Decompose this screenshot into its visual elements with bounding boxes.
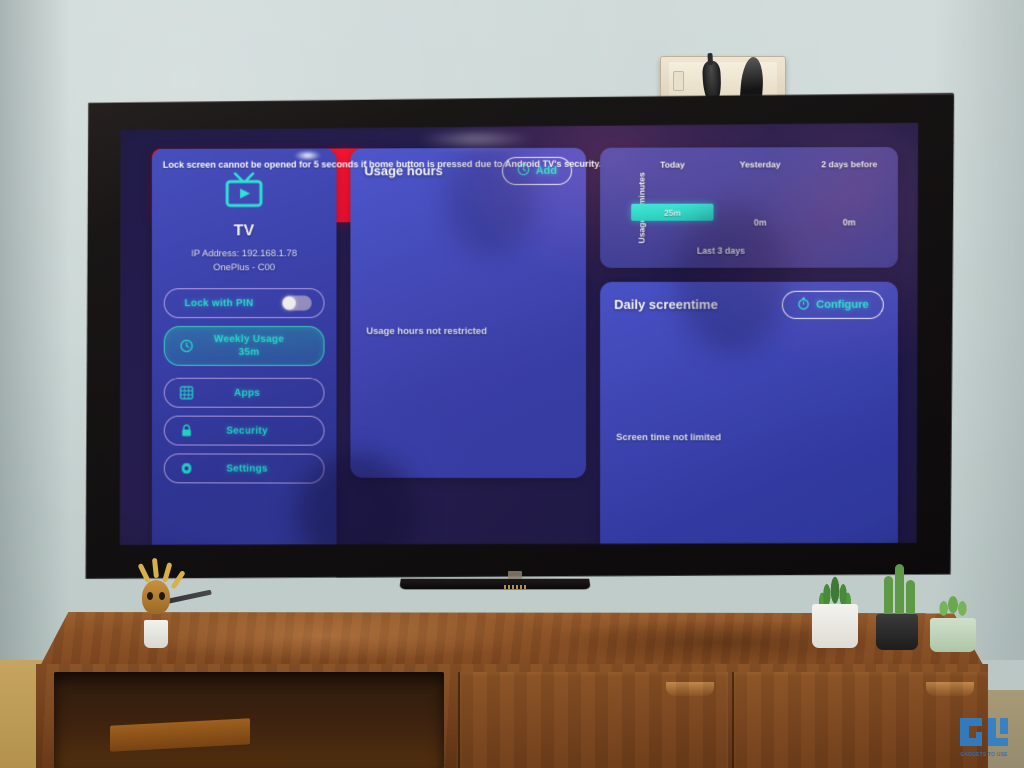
chart-column-2-days-before: 2 days before 0m xyxy=(805,147,894,268)
site-watermark: GADGETS TO USE xyxy=(956,714,1012,758)
gear-icon xyxy=(180,461,194,475)
stopwatch-icon xyxy=(797,297,810,313)
plant-pot xyxy=(876,614,918,650)
device-title: TV xyxy=(233,222,255,240)
chart-bar: 25m xyxy=(631,204,713,221)
weekly-usage-value: 35m xyxy=(238,346,260,358)
tv-indicator-led xyxy=(504,585,528,589)
chart-value-label: 0m xyxy=(753,217,767,228)
cactus-arm xyxy=(906,580,915,616)
groot-eye xyxy=(159,592,165,600)
drawer-handle xyxy=(666,682,714,696)
chart-category-label: Yesterday xyxy=(739,159,781,170)
watermark-text: GADGETS TO USE xyxy=(960,752,1008,758)
weekly-usage-title: Weekly Usage xyxy=(213,333,285,345)
cactus-plant xyxy=(876,564,918,650)
tv-stand-foot xyxy=(399,578,591,590)
device-card: TV IP Address: 192.168.1.78 OnePlus - C0… xyxy=(152,148,337,547)
toggle-knob xyxy=(283,297,296,310)
sidebar-item-settings[interactable]: Settings xyxy=(164,453,325,483)
plant-pot xyxy=(930,618,976,652)
daily-screentime-card: Daily screentime Configure Screen time n… xyxy=(600,282,898,547)
groot-sprout xyxy=(170,570,186,590)
succulent-plant-2 xyxy=(930,586,976,652)
configure-screentime-button[interactable]: Configure xyxy=(782,291,884,319)
device-ip-address: IP Address: 192.168.1.78 xyxy=(191,248,297,260)
cactus-arm xyxy=(884,576,893,616)
chart-value-label: 0m xyxy=(842,217,856,228)
plant-leaves xyxy=(935,586,971,620)
groot-eye xyxy=(147,592,153,600)
television: TV IP Address: 192.168.1.78 OnePlus - C0… xyxy=(80,94,952,580)
chart-category-label: 2 days before xyxy=(821,159,878,170)
groot-pot xyxy=(144,620,168,648)
cactus-arm xyxy=(895,564,904,616)
groot-sprout xyxy=(151,557,159,579)
tv-icon xyxy=(222,171,266,214)
daily-screentime-status: Screen time not limited xyxy=(616,432,722,444)
usage-hours-card: Usage hours Add Usage hours not restrict… xyxy=(350,148,586,478)
lock-with-pin-row[interactable]: Lock with PIN xyxy=(164,288,325,318)
chart-plot-area: Today 25m Yesterday 0m 2 days before 0m xyxy=(624,147,894,268)
groot-sprout xyxy=(137,562,151,584)
clock-icon xyxy=(180,339,194,353)
groot-head xyxy=(142,580,170,614)
daily-screentime-title: Daily screentime xyxy=(614,296,718,312)
wall-shadow-left xyxy=(0,0,70,660)
tv-stand-drawer-2 xyxy=(732,672,988,768)
lock-screen-warning-text: Lock screen cannot be opened for 5 secon… xyxy=(162,158,772,170)
room-photo-scene: TV IP Address: 192.168.1.78 OnePlus - C0… xyxy=(0,0,1024,768)
sidebar-item-apps[interactable]: Apps xyxy=(164,378,325,408)
device-model: OnePlus - C00 xyxy=(213,262,276,274)
tv-brand-logo xyxy=(508,571,522,579)
weekly-usage-button[interactable]: Weekly Usage 35m xyxy=(164,326,325,366)
chart-x-axis-label: Last 3 days xyxy=(696,245,746,256)
tv-screen: TV IP Address: 192.168.1.78 OnePlus - C0… xyxy=(118,123,918,547)
sidebar-item-security[interactable]: Security xyxy=(164,416,325,446)
socket-switch xyxy=(673,71,684,91)
succulent-plant-1 xyxy=(812,566,858,648)
lock-with-pin-toggle[interactable] xyxy=(282,296,312,311)
android-tv-parental-app: TV IP Address: 192.168.1.78 OnePlus - C0… xyxy=(118,123,918,547)
chart-category-label: Today xyxy=(660,159,685,170)
plant-pot xyxy=(812,604,858,648)
tv-stand-drawer-1 xyxy=(458,672,728,768)
lock-icon xyxy=(180,424,194,438)
usage-chart-card: Usage in minutes Today 25m Yesterday 0m xyxy=(600,147,898,268)
grid-apps-icon xyxy=(180,386,194,400)
groot-figurine xyxy=(130,557,186,648)
groot-sprout xyxy=(162,562,173,583)
drawer-handle xyxy=(926,682,974,696)
usage-hours-status: Usage hours not restricted xyxy=(366,326,487,337)
configure-button-label: Configure xyxy=(816,298,869,311)
